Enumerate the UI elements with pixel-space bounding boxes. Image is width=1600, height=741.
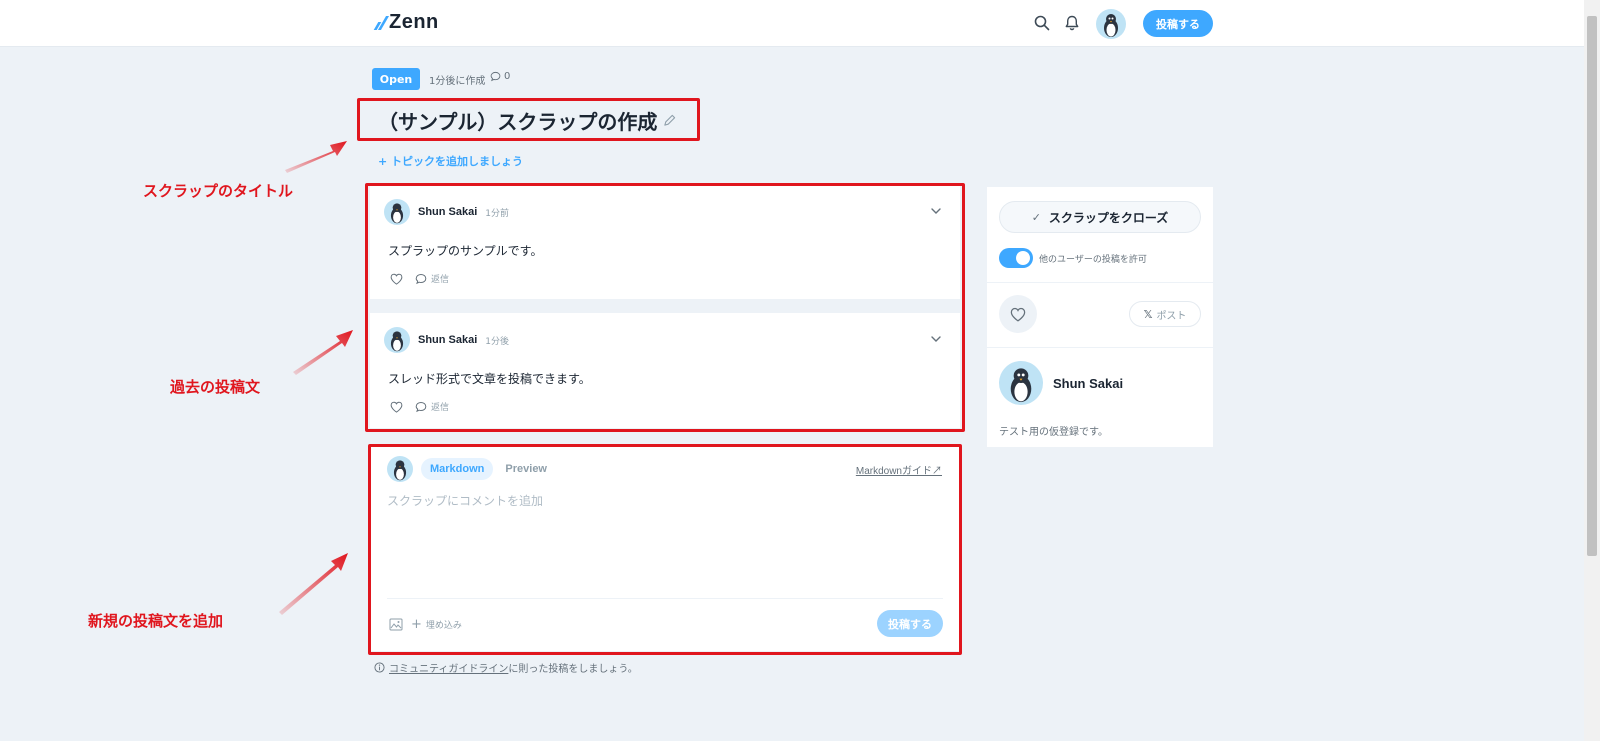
penguin-avatar-icon — [1010, 368, 1032, 403]
x-post-label: ポスト — [1156, 310, 1187, 322]
sidebar-divider — [987, 282, 1213, 283]
header-post-button[interactable]: 投稿する — [1143, 10, 1213, 37]
add-topic-label: トピックを追加しましょう — [391, 155, 524, 168]
allow-others-row: 他のユーザーの投稿を許可 — [999, 248, 1147, 268]
guideline-text: に則った投稿をしましょう。 — [508, 664, 638, 675]
scrap-sidebar: ✓ スクラップをクローズ 他のユーザーの投稿を許可 𝕏 ポスト Shun Sak… — [987, 187, 1213, 447]
arrow-to-composer — [279, 553, 348, 615]
avatar[interactable] — [999, 361, 1043, 405]
community-guideline-link[interactable]: コミュニティガイドライン — [389, 664, 508, 675]
top-header: Zenn 投稿する — [0, 0, 1584, 47]
created-time: 1分後に作成 — [429, 76, 486, 87]
sidebar-divider — [987, 347, 1213, 348]
like-button[interactable] — [999, 295, 1037, 333]
allow-others-label: 他のユーザーの投稿を許可 — [1039, 254, 1147, 265]
annotation-title-box — [357, 98, 700, 141]
close-scrap-label: スクラップをクローズ — [1048, 210, 1169, 225]
zenn-logo[interactable]: Zenn — [372, 11, 439, 34]
zenn-logo-mark-icon — [372, 16, 386, 30]
bell-icon[interactable] — [1063, 14, 1081, 32]
guideline-note: コミュニティガイドラインに則った投稿をしましょう。 — [374, 660, 638, 675]
allow-others-toggle[interactable] — [999, 248, 1033, 268]
user-avatar[interactable] — [1096, 9, 1126, 39]
profile-name[interactable]: Shun Sakai — [1053, 376, 1123, 391]
comment-count-value: 0 — [504, 71, 511, 82]
arrow-to-title — [285, 141, 347, 173]
annotation-title-label: スクラップのタイトル — [143, 182, 294, 200]
author-profile[interactable]: Shun Sakai — [999, 361, 1123, 405]
annotation-posts-box — [365, 183, 965, 432]
close-scrap-button[interactable]: ✓ スクラップをクローズ — [999, 201, 1201, 233]
x-logo-icon: 𝕏 — [1143, 307, 1153, 321]
penguin-avatar-icon — [1104, 14, 1118, 37]
check-icon: ✓ — [1031, 210, 1041, 224]
annotation-past-posts-label: 過去の投稿文 — [170, 378, 261, 396]
info-icon — [374, 662, 385, 673]
x-share-button[interactable]: 𝕏 ポスト — [1129, 301, 1201, 327]
profile-bio: テスト用の仮登録です。 — [999, 427, 1108, 438]
status-badge: Open — [372, 68, 420, 90]
scroll-thumb[interactable] — [1587, 16, 1597, 556]
add-topic-link[interactable]: + トピックを追加しましょう — [378, 153, 523, 169]
scrollbar[interactable] — [1584, 0, 1600, 741]
search-icon[interactable] — [1033, 14, 1051, 32]
comment-icon — [490, 71, 501, 82]
annotation-new-post-label: 新規の投稿文を追加 — [88, 612, 224, 630]
comment-count: 0 — [490, 71, 510, 82]
arrow-to-posts — [293, 330, 353, 375]
heart-icon — [1010, 307, 1026, 322]
annotation-composer-box — [368, 444, 962, 655]
logo-text: Zenn — [389, 11, 439, 33]
plus-icon: + — [378, 155, 392, 168]
